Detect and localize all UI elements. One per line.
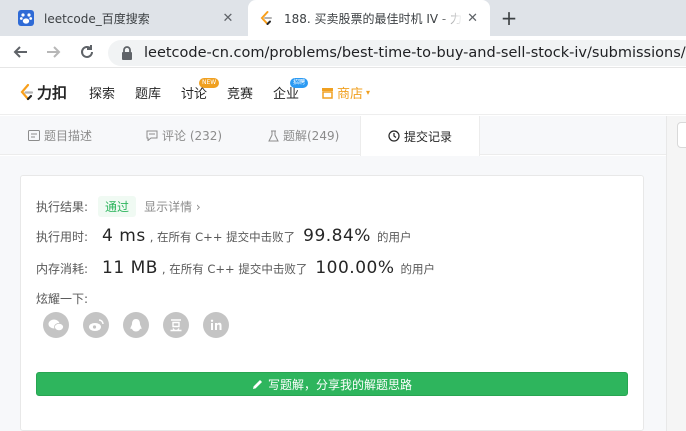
panel-toggle[interactable] xyxy=(677,122,686,148)
linkedin-icon[interactable] xyxy=(203,312,229,338)
qq-icon[interactable] xyxy=(123,312,149,338)
right-panel-edge xyxy=(666,116,686,431)
runtime-value: 4 ms xyxy=(102,226,146,246)
wechat-icon[interactable] xyxy=(43,312,69,338)
memory-row: 内存消耗: 11 MB , 在所有 C++ 提交中击败了 100.00% 的用户 xyxy=(36,258,435,278)
new-badge: NEW xyxy=(199,78,220,88)
memory-suffix: 的用户 xyxy=(400,262,436,276)
runtime-label: 执行用时: xyxy=(36,230,89,244)
forward-arrow-icon[interactable] xyxy=(42,41,64,63)
tab-solutions[interactable]: 题解(249) xyxy=(268,116,339,155)
close-icon[interactable]: ✕ xyxy=(463,8,482,28)
leetcode-logo[interactable]: 力扣 xyxy=(18,82,67,102)
site-header: 力扣 探索 题库 讨论 NEW 竞赛 企业 招聘 商店 ▾ xyxy=(0,69,686,115)
tab-label: 题目描述 xyxy=(44,129,93,143)
logo-text: 力扣 xyxy=(37,83,68,102)
store-icon xyxy=(322,87,333,99)
tab-label: 提交记录 xyxy=(403,129,452,144)
result-status-row: 执行结果: 通过 显示详情 › xyxy=(36,196,201,217)
nav-store[interactable]: 商店 ▾ xyxy=(321,83,370,102)
close-icon[interactable]: ✕ xyxy=(218,8,238,28)
url-text: leetcode-cn.com/problems/best-time-to-bu… xyxy=(144,45,686,61)
comment-icon xyxy=(146,130,158,141)
leetcode-logo-icon xyxy=(258,10,274,26)
memory-text: , 在所有 C++ 提交中击败了 xyxy=(161,262,308,276)
runtime-suffix: 的用户 xyxy=(376,230,412,244)
nav-store-label: 商店 xyxy=(337,87,364,102)
show-details-link[interactable]: 显示详情 › xyxy=(144,198,201,215)
browser-tab-leetcode[interactable]: 188. 买卖股票的最佳时机 IV - 力扣 ✕ xyxy=(248,0,490,36)
status-badge: 通过 xyxy=(98,196,137,217)
caret-down-icon: ▾ xyxy=(366,88,371,97)
status-label: 执行结果: xyxy=(36,200,89,214)
runtime-row: 执行用时: 4 ms , 在所有 C++ 提交中击败了 99.84% 的用户 xyxy=(36,226,411,246)
leetcode-logo-icon xyxy=(20,83,34,101)
tab-comments[interactable]: 评论 (232) xyxy=(146,116,222,155)
runtime-percent: 99.84% xyxy=(303,226,371,246)
tab-submissions[interactable]: 提交记录 xyxy=(360,116,480,156)
tab-description[interactable]: 题目描述 xyxy=(28,116,92,155)
lock-icon xyxy=(120,46,134,60)
tab-title: leetcode_百度搜索 xyxy=(44,11,150,26)
nav-problems[interactable]: 题库 xyxy=(135,83,161,102)
address-bar-row: leetcode-cn.com/problems/best-time-to-bu… xyxy=(0,36,686,68)
runtime-text: , 在所有 C++ 提交中击败了 xyxy=(149,230,296,244)
memory-label: 内存消耗: xyxy=(36,262,89,276)
flask-icon xyxy=(268,130,279,142)
new-tab-button[interactable]: + xyxy=(498,6,520,30)
nav-explore[interactable]: 探索 xyxy=(89,83,115,102)
write-solution-label: 写题解，分享我的解题思路 xyxy=(267,377,412,392)
baidu-paw-icon xyxy=(18,10,34,26)
description-icon xyxy=(28,130,40,141)
weibo-icon[interactable] xyxy=(83,312,109,338)
clock-icon xyxy=(388,130,400,142)
tab-title: 188. 买卖股票的最佳时机 IV - 力扣 xyxy=(284,11,464,26)
douban-icon[interactable] xyxy=(163,312,189,338)
memory-value: 11 MB xyxy=(102,258,158,278)
tab-label: 题解(249) xyxy=(283,129,340,143)
reload-icon[interactable] xyxy=(76,41,98,63)
browser-tab-bar: leetcode_百度搜索 ✕ 188. 买卖股票的最佳时机 IV - 力扣 ✕… xyxy=(0,0,686,36)
browser-tab-baidu[interactable]: leetcode_百度搜索 ✕ xyxy=(6,0,246,36)
back-arrow-icon[interactable] xyxy=(10,41,32,63)
write-solution-button[interactable]: 写题解，分享我的解题思路 xyxy=(36,372,628,396)
tab-label: 评论 (232) xyxy=(162,129,223,143)
pencil-icon xyxy=(252,379,263,390)
nav-contest[interactable]: 竞赛 xyxy=(227,83,253,102)
share-row: 炫耀一下: xyxy=(36,290,88,307)
hiring-badge: 招聘 xyxy=(290,78,309,88)
url-field[interactable]: leetcode-cn.com/problems/best-time-to-bu… xyxy=(108,40,686,66)
share-label: 炫耀一下: xyxy=(36,292,89,306)
problem-subtabs: 题目描述 评论 (232) 题解(249) 提交记录 xyxy=(0,116,666,156)
memory-percent: 100.00% xyxy=(315,258,395,278)
